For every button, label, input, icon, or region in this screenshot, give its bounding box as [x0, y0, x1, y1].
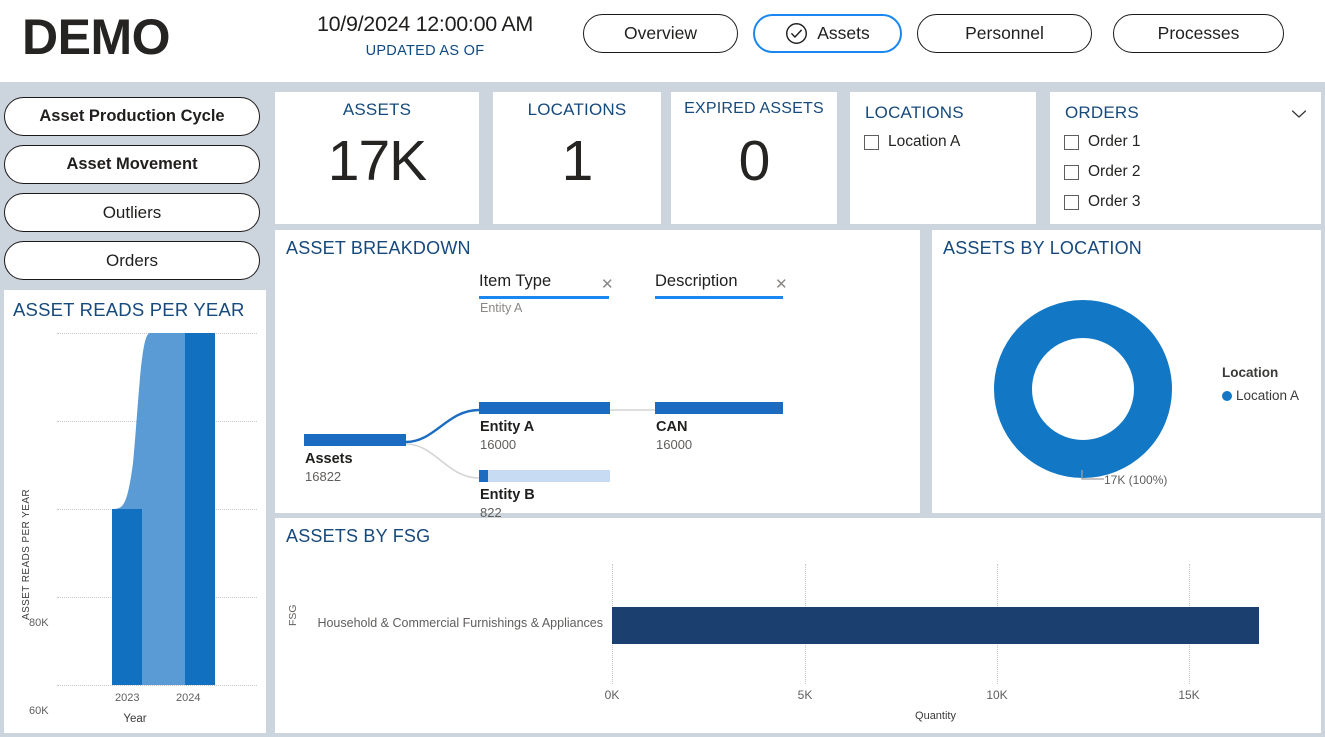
panel-title: ASSET READS PER YEAR [13, 299, 245, 320]
tree-node-bar-fill [479, 470, 488, 482]
sidebar-item-label: Outliers [102, 202, 162, 222]
panel-title: ASSETS BY FSG [286, 526, 431, 546]
tree-node-bar [479, 470, 610, 482]
app-header: DEMO 10/9/2024 12:00:00 AM UPDATED AS OF… [0, 0, 1325, 82]
donut-data-label: 17K (100%) [1104, 473, 1168, 487]
tab-processes[interactable]: Processes [1113, 14, 1284, 53]
checkbox-icon[interactable] [1064, 164, 1079, 180]
x-tick-2024: 2024 [176, 692, 201, 704]
sidebar-item-label: Asset Production Cycle [39, 107, 225, 125]
kpi-value: 0 [738, 129, 771, 193]
kpi-label: LOCATIONS [527, 100, 627, 119]
tab-processes-label: Processes [1157, 23, 1240, 43]
kpi-label: ASSETS [342, 100, 412, 119]
dashboard-page: DEMO 10/9/2024 12:00:00 AM UPDATED AS OF… [0, 0, 1325, 737]
legend-title: Location [1222, 365, 1279, 380]
legend-color-swatch [1222, 390, 1232, 401]
sidebar-item-label: Orders [106, 250, 158, 270]
kpi-label: EXPIRED ASSETS [684, 100, 824, 117]
slicer-option-order-2[interactable]: Order 2 [1064, 163, 1141, 181]
sidebar-item-orders[interactable]: Orders [4, 241, 260, 280]
tree-node-value: 16000 [480, 437, 517, 452]
legend-item-location-a[interactable]: Location A [1222, 388, 1299, 403]
kpi-value: 1 [561, 129, 594, 193]
orders-slicer[interactable]: ORDERS Order 1 Order 2 Order 3 [1050, 92, 1321, 224]
tab-assets[interactable]: Assets [753, 14, 902, 53]
chevron-down-icon[interactable] [1291, 106, 1307, 118]
tree-node-name: Entity A [480, 419, 535, 435]
sidebar-item-outliers[interactable]: Outliers [4, 193, 260, 232]
updated-stamp: 10/9/2024 12:00:00 AM UPDATED AS OF [275, 12, 575, 59]
locations-slicer[interactable]: LOCATIONS Location A [850, 92, 1036, 224]
tree-node-bar [655, 402, 783, 414]
y-axis-title: ASSET READS PER YEAR [21, 488, 32, 620]
slicer-title: ORDERS [1065, 103, 1139, 122]
tab-assets-label: Assets [817, 23, 870, 43]
slicer-option-label: Order 1 [1088, 133, 1141, 150]
tree-node-value: 16822 [305, 469, 342, 484]
asset-breakdown-panel[interactable]: ASSET BREAKDOWN Item Type ✕ Entity A Des… [275, 230, 920, 520]
tab-personnel[interactable]: Personnel [917, 14, 1092, 53]
assets-by-location-panel[interactable]: ASSETS BY LOCATION 17K (100%) Location L… [932, 230, 1321, 513]
slicer-option-order-1[interactable]: Order 1 [1064, 133, 1141, 151]
tree-node-value: 16000 [656, 437, 693, 452]
x-tick-10k: 10K [986, 688, 1008, 702]
sidebar-item-label: Asset Movement [66, 155, 198, 173]
sidebar-item-asset-production-cycle[interactable]: Asset Production Cycle [4, 97, 260, 136]
tab-overview-label: Overview [624, 23, 697, 43]
x-tick-15k: 15K [1178, 688, 1200, 702]
tab-personnel-label: Personnel [965, 23, 1044, 43]
donut-slice-location-a [994, 300, 1172, 478]
x-tick-2023: 2023 [115, 692, 140, 704]
updated-as-of-label: UPDATED AS OF [365, 43, 485, 59]
kpi-card-locations[interactable]: LOCATIONS 1 [493, 92, 661, 224]
updated-timestamp: 10/9/2024 12:00:00 AM [316, 12, 534, 36]
assets-by-fsg-panel[interactable]: ASSETS BY FSG FSG Household & Commercial… [275, 518, 1321, 733]
slicer-option-order-3[interactable]: Order 3 [1064, 193, 1141, 211]
tree-node-name: CAN [656, 419, 688, 435]
panel-title: ASSETS BY LOCATION [943, 238, 1142, 258]
check-circle-icon [785, 22, 808, 45]
legend-item-label: Location A [1236, 388, 1300, 403]
asset-reads-per-year-panel[interactable]: ASSET READS PER YEAR 80K 60K 40K 20K 0K … [4, 290, 266, 733]
fsg-bar-household[interactable] [612, 607, 1259, 644]
tree-node-name: Assets [305, 451, 353, 467]
app-logo: DEMO [22, 9, 171, 65]
sidebar-item-asset-movement[interactable]: Asset Movement [4, 145, 260, 184]
tree-node-bar [479, 402, 610, 414]
tree-node-name: Entity B [480, 487, 535, 503]
fsg-category-label: Household & Commercial Furnishings & App… [317, 616, 603, 630]
bar-2023 [112, 509, 142, 685]
kpi-card-expired-assets[interactable]: EXPIRED ASSETS 0 [671, 92, 837, 224]
x-axis-title: Quantity [915, 710, 956, 722]
slicer-option-location-a[interactable]: Location A [864, 133, 960, 151]
x-tick-0k: 0K [604, 688, 620, 702]
checkbox-icon[interactable] [1064, 194, 1079, 210]
bar-2024 [185, 333, 215, 685]
slicer-option-label: Location A [888, 133, 961, 150]
checkbox-icon[interactable] [1064, 134, 1079, 150]
slicer-option-label: Order 2 [1088, 163, 1141, 180]
checkbox-icon[interactable] [864, 134, 879, 150]
slicer-title: LOCATIONS [865, 103, 964, 122]
tree-node-bar-fill [479, 402, 610, 414]
asset-reads-plot [112, 333, 215, 685]
donut-chart[interactable] [992, 298, 1174, 480]
tree-node-bar-fill [655, 402, 783, 414]
tree-node-bar [304, 434, 406, 446]
tab-overview[interactable]: Overview [583, 14, 738, 53]
x-axis-title: Year [123, 713, 147, 725]
x-tick-5k: 5K [797, 688, 813, 702]
kpi-value: 17K [327, 129, 427, 193]
slicer-option-label: Order 3 [1088, 193, 1141, 210]
kpi-card-assets[interactable]: ASSETS 17K [275, 92, 479, 224]
